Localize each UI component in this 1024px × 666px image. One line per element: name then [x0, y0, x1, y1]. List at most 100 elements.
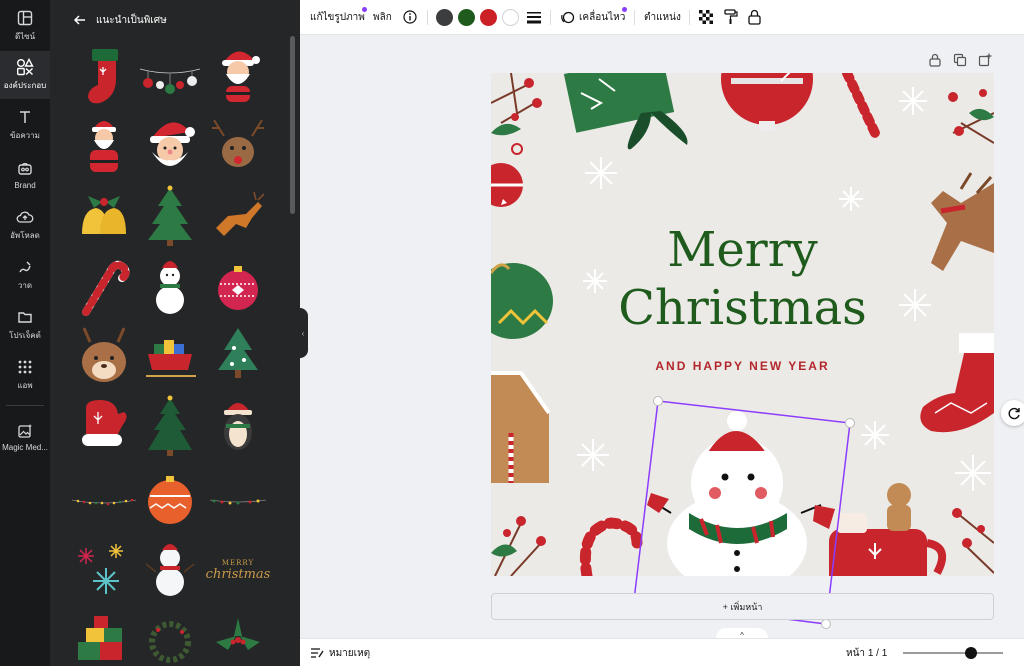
rail-item-projects[interactable]: โปรเจ็คต์ — [0, 301, 50, 349]
holly-branch-top-left — [491, 73, 542, 136]
color-swatch-dark-gray[interactable] — [436, 9, 453, 26]
line-weight-icon[interactable] — [527, 11, 541, 24]
lettering-line2: christmas — [205, 566, 271, 582]
stocking-thumb[interactable] — [72, 45, 136, 109]
santa-waving-thumb[interactable] — [206, 42, 270, 106]
rail-item-draw[interactable]: วาด — [0, 251, 50, 299]
info-icon[interactable] — [403, 10, 417, 24]
title-merry[interactable]: Merry — [491, 223, 994, 277]
red-bauble-top — [721, 73, 813, 131]
transparency-icon[interactable] — [699, 10, 713, 24]
rail-item-magic-media[interactable]: Magic Med... — [0, 413, 50, 461]
animate-button[interactable]: เคลื่อนไหว — [579, 0, 625, 35]
page-lock-icon[interactable] — [927, 52, 943, 68]
rail-label: อัพโหลด — [10, 231, 40, 240]
rail-item-brand[interactable]: Brand — [0, 151, 50, 199]
notes-icon — [311, 648, 324, 658]
elements-panel: แนะนำเป็นพิเศษ MERRY christmas — [50, 0, 300, 666]
edit-image-label: แก้ไขรูปภาพ — [310, 12, 365, 23]
panel-header: แนะนำเป็นพิเศษ — [72, 11, 167, 29]
position-button[interactable]: ตำแหน่ง — [644, 0, 681, 35]
penguin-thumb[interactable] — [206, 394, 270, 458]
light-string-small-thumb[interactable] — [206, 470, 270, 534]
zoom-slider-knob[interactable] — [965, 647, 977, 659]
lettering-line1: MERRY — [221, 558, 255, 567]
toolbar-divider — [550, 10, 551, 25]
rail-label: Magic Med... — [2, 443, 48, 452]
title-christmas[interactable]: Christmas — [491, 281, 994, 335]
folder-icon — [16, 308, 34, 326]
apps-icon — [16, 358, 34, 376]
rail-item-text[interactable]: ข้อความ — [0, 101, 50, 149]
holly-branch-top-right — [948, 89, 994, 144]
light-string-thumb[interactable] — [72, 470, 136, 534]
add-page-button[interactable]: + เพิ่มหน้า — [491, 593, 994, 620]
chevron-left-icon: ‹ — [301, 328, 305, 338]
gifts-pile-thumb[interactable] — [72, 608, 136, 666]
santa-standing-thumb[interactable] — [72, 114, 136, 178]
toolbar-divider — [689, 10, 690, 25]
flip-button[interactable]: พลิก — [373, 0, 392, 35]
duplicate-page-icon[interactable] — [952, 52, 968, 68]
orange-bauble-thumb[interactable] — [138, 464, 202, 528]
page-indicator[interactable]: หน้า 1 / 1 — [846, 639, 887, 666]
rail-label: แอพ — [17, 381, 33, 390]
wreath-thumb[interactable] — [138, 606, 202, 666]
top-toolbar: แก้ไขรูปภาพ พลิก เคลื่อนไหว ตำแหน่ง — [300, 0, 1024, 35]
red-bauble-thumb[interactable] — [206, 254, 270, 318]
left-ornament — [491, 143, 523, 207]
dark-tree-thumb[interactable] — [138, 394, 202, 458]
collapse-panel-button[interactable]: ‹ — [298, 308, 308, 358]
animate-icon — [561, 11, 575, 24]
reindeer-head-thumb[interactable] — [72, 324, 136, 388]
christmas-tree-thumb[interactable] — [138, 184, 202, 248]
color-swatch-green[interactable] — [458, 9, 475, 26]
edit-image-button[interactable]: แก้ไขรูปภาพ — [310, 0, 365, 35]
color-swatch-white[interactable] — [502, 9, 519, 26]
holly-bells-thumb[interactable] — [72, 184, 136, 248]
snowman-thumb[interactable] — [138, 254, 202, 318]
refresh-button[interactable] — [1001, 400, 1024, 426]
flip-label: พลิก — [373, 12, 392, 23]
merry-christmas-lettering-thumb[interactable]: MERRY christmas — [205, 538, 271, 602]
toolbar-divider — [427, 10, 428, 25]
elements-icon — [16, 58, 34, 76]
gingerbread-house — [491, 371, 551, 483]
notes-button[interactable]: หมายเหตุ — [310, 639, 370, 666]
santa-sleigh-thumb[interactable] — [138, 324, 202, 388]
rail-item-elements[interactable]: องค์ประกอบ — [0, 51, 50, 99]
layout-icon — [16, 9, 34, 27]
color-swatch-red[interactable] — [480, 9, 497, 26]
rail-item-design[interactable]: ดีไซน์ — [0, 2, 50, 50]
snowflakes-thumb[interactable] — [72, 538, 136, 602]
page-indicator-label: หน้า 1 / 1 — [846, 647, 888, 659]
rail-label: ดีไซน์ — [14, 32, 36, 41]
reindeer-face-thumb[interactable] — [206, 114, 270, 178]
candy-cane-thumb[interactable] — [72, 254, 136, 318]
holly-branch-bottom-left — [491, 516, 546, 576]
subtitle-happy-new-year[interactable]: AND HAPPY NEW YEAR — [491, 359, 994, 373]
holly-leaves-thumb[interactable] — [206, 608, 270, 666]
upload-icon — [16, 208, 34, 226]
lock-icon[interactable] — [748, 9, 761, 25]
side-rail: ดีไซน์ องค์ประกอบ ข้อความ Brand อัพโหลด … — [0, 0, 50, 666]
rail-label: Brand — [14, 181, 36, 190]
text-icon — [16, 108, 34, 126]
add-page-icon[interactable] — [977, 52, 993, 68]
santa-head-thumb[interactable] — [138, 114, 202, 178]
green-tree-thumb[interactable] — [206, 324, 270, 388]
ornaments-string-thumb[interactable] — [138, 45, 202, 109]
rail-divider — [6, 405, 44, 406]
panel-scrollbar[interactable] — [290, 36, 295, 214]
animate-badge — [622, 7, 627, 12]
gift-top — [563, 73, 688, 150]
panel-title: แนะนำเป็นพิเศษ — [96, 14, 167, 26]
red-mitten-thumb[interactable] — [72, 394, 136, 458]
paint-roller-icon[interactable] — [724, 9, 738, 25]
rail-item-apps[interactable]: แอพ — [0, 351, 50, 399]
snowman-small-thumb[interactable] — [138, 536, 202, 600]
zoom-slider-track[interactable] — [903, 652, 1003, 654]
back-arrow-icon[interactable] — [72, 12, 88, 28]
jumping-reindeer-thumb[interactable] — [206, 184, 270, 248]
rail-item-upload[interactable]: อัพโหลด — [0, 201, 50, 249]
